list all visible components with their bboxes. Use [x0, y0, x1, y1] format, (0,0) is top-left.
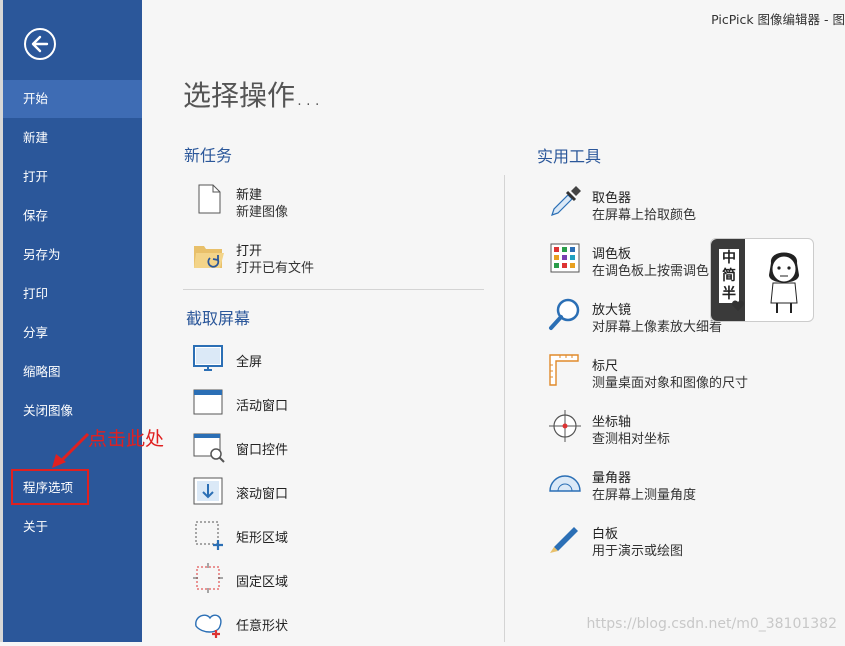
page-title: 选择操作...: [183, 79, 322, 112]
sidebar-item-save[interactable]: 保存: [3, 197, 142, 235]
open-file-item[interactable]: 打开 打开已有文件: [192, 238, 342, 278]
active-window-icon: [193, 389, 223, 415]
tool-protractor-item[interactable]: 量角器 在屏幕上测量角度: [548, 465, 728, 505]
section-capture: 截取屏幕: [186, 309, 251, 328]
sidebar-item-open[interactable]: 打开: [3, 158, 142, 196]
section-new-task: 新任务: [184, 146, 233, 165]
sidebar-item-print[interactable]: 打印: [3, 275, 142, 313]
tool-crosshair-item[interactable]: 坐标轴 查测相对坐标: [548, 409, 728, 449]
tool-whiteboard-desc: 用于演示或绘图: [592, 544, 684, 559]
pen-icon: [550, 527, 578, 553]
watermark: https://blog.csdn.net/m0_38101382: [586, 616, 837, 632]
capture-fullscreen-item[interactable]: 全屏: [192, 342, 312, 382]
tool-magnifier-desc: 对屏幕上像素放大细看: [592, 320, 723, 335]
sidebar-item-thumbnail[interactable]: 缩略图: [3, 353, 142, 391]
crosshair-icon: [549, 410, 581, 442]
sidebar-item-new[interactable]: 新建: [3, 119, 142, 157]
capture-freehand-item[interactable]: 任意形状: [192, 606, 312, 646]
capture-active-window-item[interactable]: 活动窗口: [192, 386, 312, 426]
capture-fullscreen-label: 全屏: [236, 355, 263, 370]
new-document-icon: [198, 184, 221, 214]
sidebar-item-about[interactable]: 关于: [3, 508, 142, 546]
capture-fixed-region-item[interactable]: 固定区域: [192, 562, 312, 602]
tool-crosshair-desc: 查测相对坐标: [592, 432, 671, 447]
capture-fixed-region-label: 固定区域: [236, 575, 289, 590]
back-button[interactable]: [24, 28, 56, 60]
capture-rect-region-label: 矩形区域: [236, 531, 289, 546]
capture-active-window-label: 活动窗口: [236, 399, 289, 414]
sidebar: 开始 新建 打开 保存 另存为 打印 分享 缩略图 关闭图像 程序选项 关于: [0, 0, 142, 642]
tool-magnifier-item[interactable]: 放大镜 对屏幕上像素放大细看: [548, 297, 728, 337]
protractor-icon: [549, 475, 581, 492]
cartoon-character-icon: [769, 252, 799, 313]
heart-icon: [731, 300, 745, 311]
sidebar-item-save-as[interactable]: 另存为: [3, 236, 142, 274]
monitor-icon: [193, 345, 223, 371]
ime-sticker-text: 中简半: [719, 249, 739, 303]
tool-whiteboard-item[interactable]: 白板 用于演示或绘图: [548, 521, 728, 561]
sidebar-item-share[interactable]: 分享: [3, 314, 142, 352]
annotation-highlight-box: [11, 469, 89, 505]
scroll-window-icon: [193, 477, 223, 505]
rect-region-icon: [195, 521, 223, 550]
eyedropper-icon: [551, 186, 581, 216]
fixed-region-icon: [193, 563, 223, 593]
tool-palette-item[interactable]: 调色板 在调色板上按需调色: [548, 241, 728, 281]
app-title: PicPick 图像编辑器 - 图: [711, 12, 845, 27]
ruler-icon: [549, 354, 579, 386]
divider-vertical: [504, 175, 505, 642]
capture-scroll-window-label: 滚动窗口: [236, 487, 289, 502]
palette-grid-icon: [550, 243, 580, 273]
ime-floating-sticker[interactable]: 中简半: [710, 238, 814, 322]
tool-color-picker-desc: 在屏幕上拾取颜色: [592, 208, 697, 223]
divider-horizontal: [183, 289, 484, 290]
tool-palette-desc: 在调色板上按需调色: [592, 264, 710, 279]
new-image-desc: 新建图像: [236, 205, 289, 220]
arrow-left-icon: [31, 35, 49, 53]
freehand-shape-icon: [195, 614, 222, 638]
new-image-item[interactable]: 新建 新建图像: [192, 182, 342, 222]
tool-color-picker-item[interactable]: 取色器 在屏幕上拾取颜色: [548, 185, 728, 225]
capture-window-control-item[interactable]: 窗口控件: [192, 430, 312, 470]
open-folder-icon: [194, 246, 224, 268]
annotation-text: 点击此处: [88, 428, 165, 450]
annotation-arrow-icon: [52, 432, 90, 468]
capture-freehand-label: 任意形状: [236, 619, 289, 634]
magnifier-icon: [549, 298, 580, 330]
capture-scroll-window-item[interactable]: 滚动窗口: [192, 474, 312, 514]
tool-ruler-item[interactable]: 标尺 测量桌面对象和图像的尺寸: [548, 353, 748, 393]
section-tools: 实用工具: [537, 147, 602, 166]
capture-rect-region-item[interactable]: 矩形区域: [192, 518, 312, 558]
capture-window-control-label: 窗口控件: [236, 443, 289, 458]
tool-protractor-desc: 在屏幕上测量角度: [592, 488, 697, 503]
open-file-desc: 打开已有文件: [236, 261, 315, 276]
sidebar-item-start[interactable]: 开始: [3, 80, 142, 118]
window-control-icon: [193, 433, 225, 463]
tool-ruler-desc: 测量桌面对象和图像的尺寸: [592, 376, 749, 391]
